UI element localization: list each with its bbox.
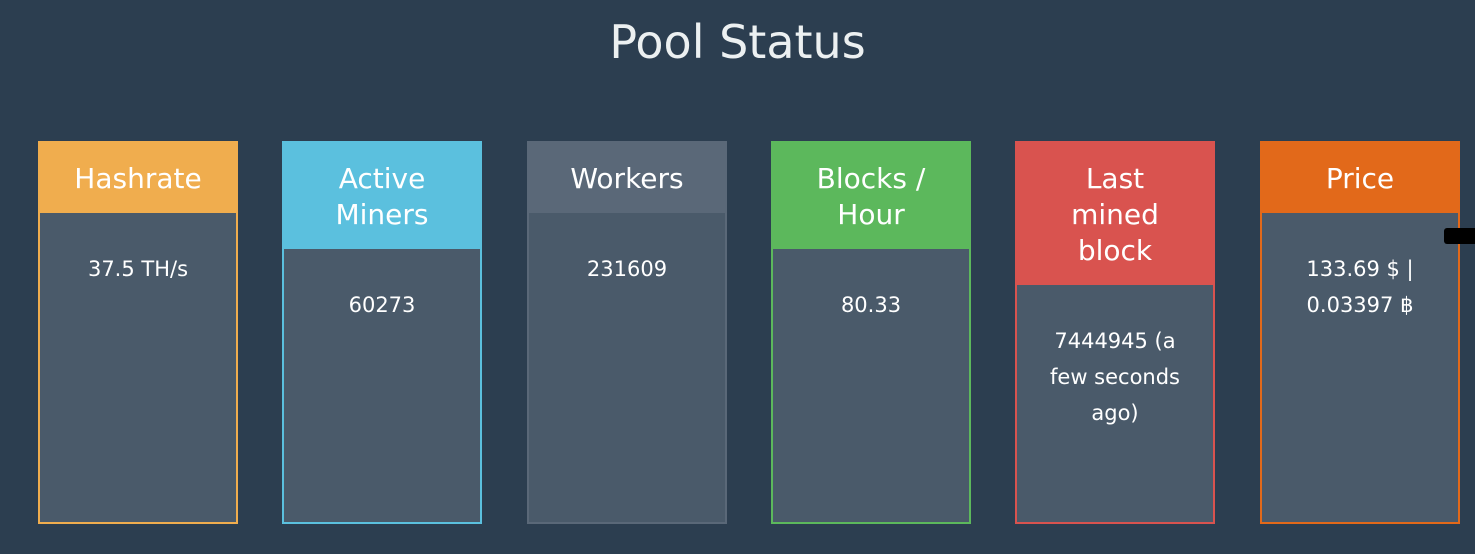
side-scroll-handle[interactable] — [1444, 228, 1475, 244]
workers-panel: Workers 231609 — [527, 141, 727, 524]
workers-body: 231609 — [529, 213, 725, 522]
workers-heading-label: Workers — [570, 162, 684, 195]
price-body: 133.69 $ | 0.03397 ฿ — [1262, 213, 1458, 522]
price-heading: Price — [1262, 143, 1458, 213]
last-mined-block-value: 7444945 (a few seconds ago) — [1050, 329, 1180, 425]
blocks-hour-heading-label: Blocks / Hour — [816, 162, 926, 231]
active-miners-heading: Active Miners — [284, 143, 480, 249]
active-miners-heading-label: Active Miners — [335, 162, 429, 231]
hashrate-value: 37.5 TH/s — [87, 257, 189, 281]
blocks-hour-value: 80.33 — [840, 293, 902, 317]
blocks-hour-heading: Blocks / Hour — [773, 143, 969, 249]
workers-heading: Workers — [529, 143, 725, 213]
hashrate-body: 37.5 TH/s — [40, 213, 236, 522]
last-mined-block-heading-label: Last mined block — [1071, 162, 1159, 267]
price-value: 133.69 $ | 0.03397 ฿ — [1306, 257, 1414, 317]
blocks-hour-panel: Blocks / Hour 80.33 — [771, 141, 971, 524]
last-mined-block-panel: Last mined block 7444945 (a few seconds … — [1015, 141, 1215, 524]
last-mined-block-heading: Last mined block — [1017, 143, 1213, 285]
hashrate-panel: Hashrate 37.5 TH/s — [38, 141, 238, 524]
page-title: Pool Status — [609, 15, 866, 69]
hashrate-heading-label: Hashrate — [74, 162, 202, 195]
active-miners-body: 60273 — [284, 249, 480, 522]
blocks-hour-body: 80.33 — [773, 249, 969, 522]
hashrate-heading: Hashrate — [40, 143, 236, 213]
price-heading-label: Price — [1325, 162, 1395, 195]
last-mined-block-body: 7444945 (a few seconds ago) — [1017, 285, 1213, 522]
price-panel: Price 133.69 $ | 0.03397 ฿ — [1260, 141, 1460, 524]
active-miners-panel: Active Miners 60273 — [282, 141, 482, 524]
workers-value: 231609 — [586, 257, 668, 281]
active-miners-value: 60273 — [348, 293, 416, 317]
